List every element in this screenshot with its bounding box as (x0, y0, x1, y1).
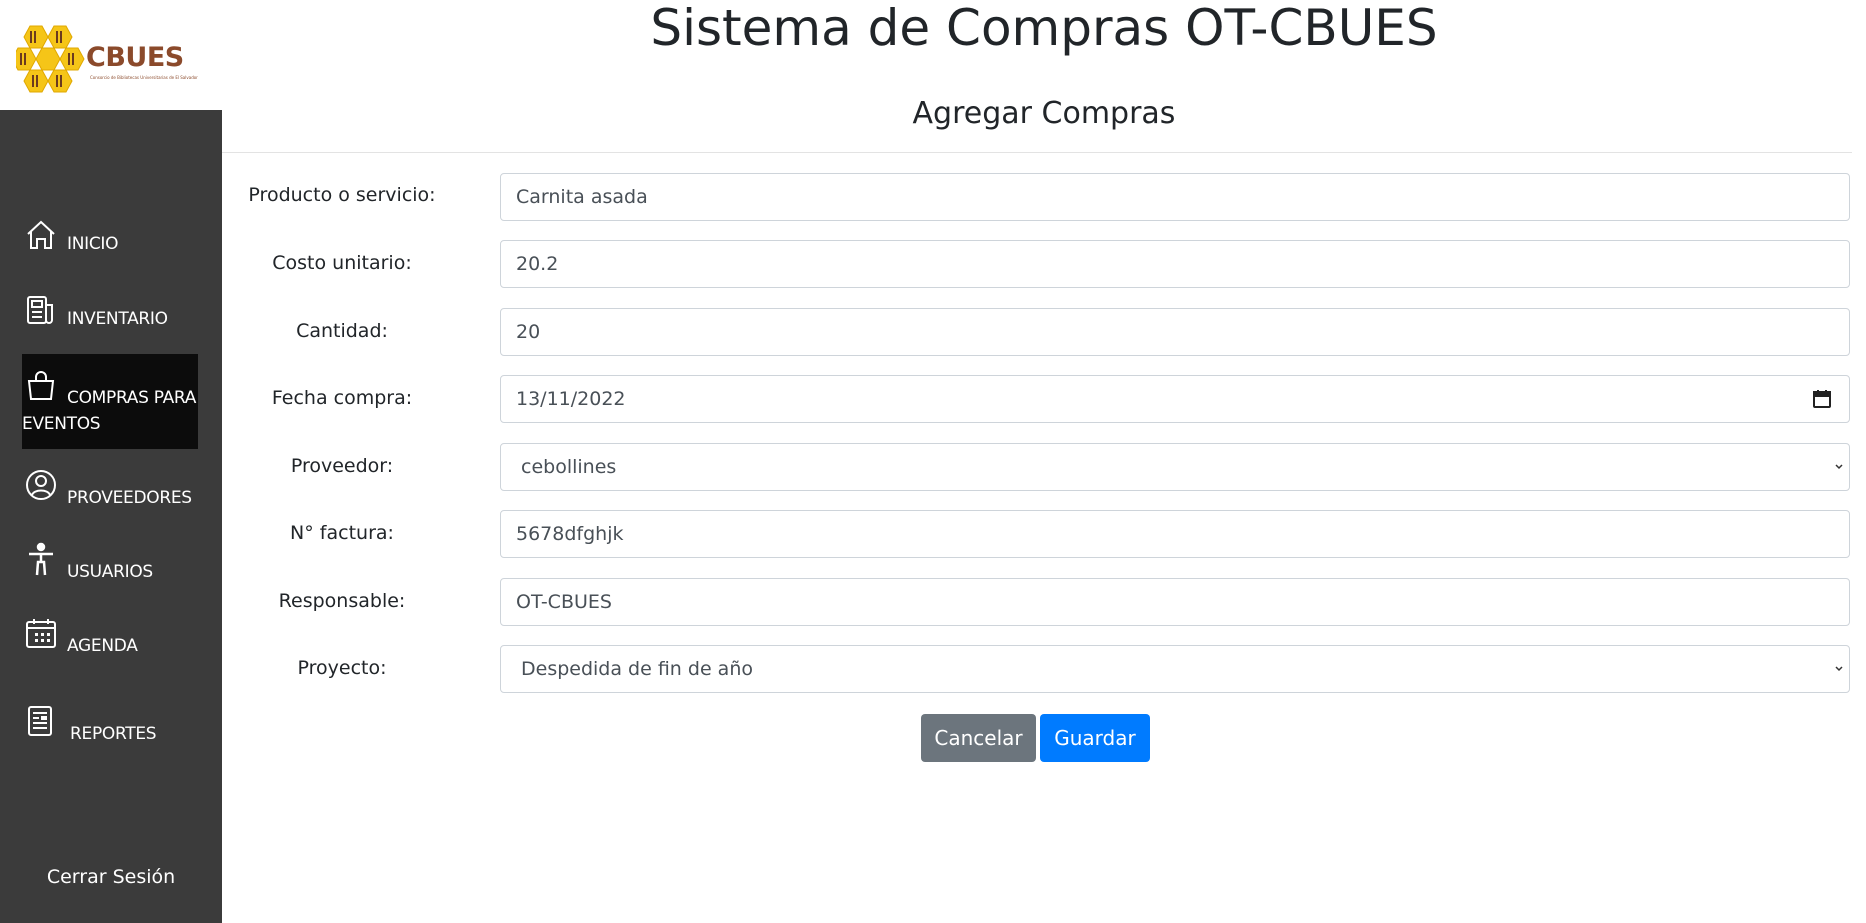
logo-text: CBUES (86, 42, 184, 73)
sidebar-item-label: COMPRAS PARA (67, 388, 197, 408)
logo-subtext: Consorcio de Bibliotecas Universitarias … (90, 75, 198, 80)
sidebar-item-label: PROVEEDORES (67, 488, 192, 508)
logout-button[interactable]: Cerrar Sesión (0, 866, 222, 888)
user-circle-icon (26, 470, 56, 500)
sidebar-item-label: REPORTES (70, 724, 157, 744)
label-proveedor: Proveedor: (290, 455, 394, 477)
sidebar-item-usuarios[interactable]: USUARIOS (22, 542, 198, 582)
newspaper-icon (27, 296, 53, 324)
calendar-picker-icon[interactable] (1811, 388, 1833, 410)
factura-input[interactable]: 5678dfghjk (500, 510, 1850, 558)
label-cantidad: Cantidad: (296, 320, 388, 342)
chevron-down-icon (1835, 666, 1843, 672)
report-icon (28, 706, 52, 736)
label-responsable: Responsable: (278, 590, 406, 612)
sidebar-item-label: USUARIOS (67, 562, 153, 582)
label-producto: Producto o servicio: (248, 184, 436, 206)
chevron-down-icon (1835, 464, 1843, 470)
costo-input[interactable]: 20.2 (500, 240, 1850, 288)
page-title: Sistema de Compras OT-CBUES (650, 0, 1438, 57)
fecha-input[interactable]: 13/11/2022 (500, 375, 1850, 423)
proveedor-value: cebollines (521, 456, 617, 478)
divider (222, 152, 1852, 153)
proyecto-value: Despedida de fin de año (521, 658, 753, 680)
proveedor-select[interactable]: cebollines (500, 443, 1850, 491)
sidebar-item-inicio[interactable]: INICIO (22, 218, 198, 258)
person-icon (29, 542, 53, 576)
proyecto-select[interactable]: Despedida de fin de año (500, 645, 1850, 693)
cantidad-input[interactable]: 20 (500, 308, 1850, 356)
sidebar-item-inventario[interactable]: INVENTARIO (22, 293, 198, 333)
sidebar-item-reportes[interactable]: REPORTES (22, 704, 198, 744)
sidebar-item-compras[interactable]: COMPRAS PARA EVENTOS (22, 354, 198, 449)
producto-input[interactable]: Carnita asada (500, 173, 1850, 221)
home-icon (27, 220, 55, 249)
calendar-icon (26, 619, 56, 648)
form-title: Agregar Compras (912, 96, 1176, 131)
label-factura: N° factura: (290, 522, 394, 544)
sidebar-item-label: INVENTARIO (67, 309, 168, 329)
sidebar-item-label: INICIO (67, 234, 119, 254)
sidebar-item-agenda[interactable]: AGENDA (22, 616, 198, 656)
sidebar-item-label-2: EVENTOS (22, 414, 101, 434)
cancel-button[interactable]: Cancelar (921, 714, 1036, 762)
sidebar-nav: INICIO INVENTARIO COMPRAS PARA EVENTOS P… (0, 110, 222, 923)
logo[interactable]: CBUES Consorcio de Bibliotecas Universit… (0, 0, 222, 110)
sidebar: CBUES Consorcio de Bibliotecas Universit… (0, 0, 222, 923)
save-button[interactable]: Guardar (1040, 714, 1150, 762)
honeycomb-logo-icon (16, 25, 85, 93)
label-proyecto: Proyecto: (297, 657, 387, 679)
label-costo: Costo unitario: (272, 252, 412, 274)
label-fecha: Fecha compra: (271, 387, 413, 409)
sidebar-item-label: AGENDA (67, 636, 138, 656)
fecha-value: 13/11/2022 (516, 388, 626, 410)
shopping-bag-icon (27, 371, 55, 400)
responsable-input[interactable]: OT-CBUES (500, 578, 1850, 626)
sidebar-item-proveedores[interactable]: PROVEEDORES (22, 468, 198, 508)
